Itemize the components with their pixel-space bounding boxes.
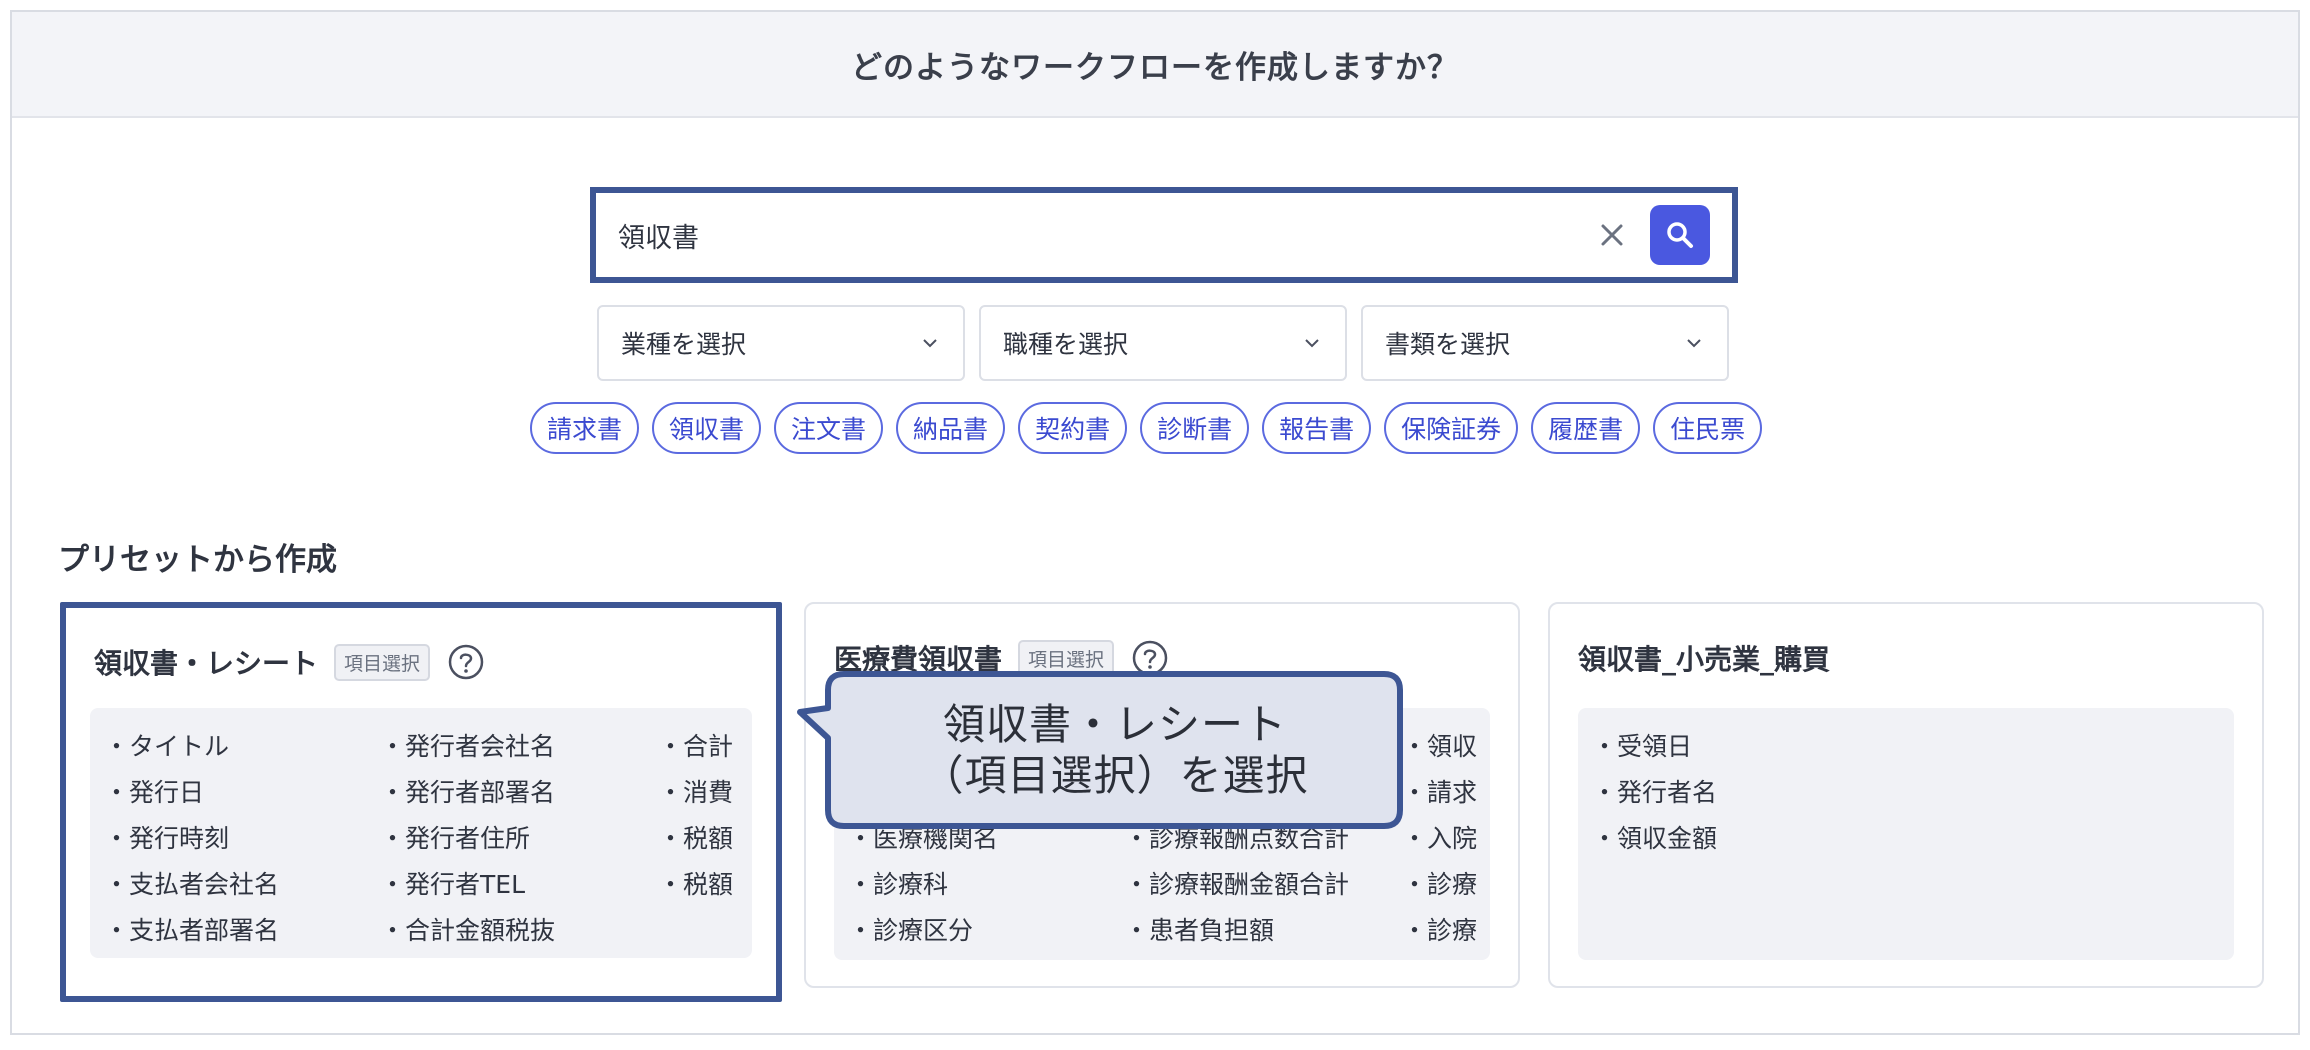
help-circle-icon[interactable] [446,642,486,682]
chip-resume[interactable]: 履歴書 [1531,402,1641,454]
industry-select-label: 業種を選択 [621,330,747,359]
callout-text: 領収書・レシート （項目選択）を選択 [824,668,1406,832]
list-item: ・税額 [658,870,734,899]
list-item: ・診療 [1402,870,1478,899]
list-item: ・タイトル [104,732,230,761]
list-item: ・消費 [658,778,734,807]
list-item: ・合計 [658,732,734,761]
card-header: 領収書・レシート 項目選択 [94,642,486,682]
card-header: 領収書_小売業_購買 [1578,638,1830,678]
list-item: ・請求 [1402,778,1478,807]
chip-report[interactable]: 報告書 [1262,402,1372,454]
card-title: 領収書・レシート [94,647,319,680]
page-title: どのようなワークフローを作成しますか？ [851,49,1459,86]
list-item: ・領収 [1402,732,1478,761]
chip-purchase-order[interactable]: 注文書 [774,402,884,454]
list-item: ・診療報酬金額合計 [1124,870,1350,899]
search-icon [1667,222,1693,248]
chevron-down-icon [1683,332,1705,354]
dialog-header: どのようなワークフローを作成しますか？ [12,12,2298,118]
list-item: ・受領日 [1592,732,1693,761]
list-item: ・入院 [1402,824,1478,853]
list-item: ・支払者会社名 [104,870,280,899]
search-input[interactable] [596,193,1592,277]
preset-card-receipt[interactable]: 領収書・レシート 項目選択 ・タイトル ・発行日 ・発行時刻 ・支払者会社名 ・… [60,602,782,1002]
document-select-label: 書類を選択 [1385,330,1511,359]
list-item: ・支払者部署名 [104,916,280,945]
preset-card-retail-receipt[interactable]: 領収書_小売業_購買 ・受領日 ・発行者名 ・領収金額 [1548,602,2264,988]
search-button[interactable] [1650,205,1710,265]
chip-medical-certificate[interactable]: 診断書 [1140,402,1250,454]
close-icon[interactable] [1592,215,1632,255]
annotation-callout: 領収書・レシート （項目選択）を選択 [796,668,1406,832]
list-item: ・発行者TEL [380,870,525,899]
list-item: ・発行日 [104,778,205,807]
field-list: ・受領日 ・発行者名 ・領収金額 [1578,708,2234,960]
industry-select[interactable]: 業種を選択 [597,305,965,381]
workflow-dialog: どのようなワークフローを作成しますか？ 業種を選択 職種を選択 書類を選択 [10,10,2300,1035]
list-item: ・診療 [1402,916,1478,945]
list-item: ・発行時刻 [104,824,230,853]
chip-receipt[interactable]: 領収書 [652,402,762,454]
chip-insurance-policy[interactable]: 保険証券 [1384,402,1519,454]
list-item: ・領収金額 [1592,824,1718,853]
section-title: プリセットから作成 [58,542,337,578]
chip-contract[interactable]: 契約書 [1018,402,1128,454]
occupation-select[interactable]: 職種を選択 [979,305,1347,381]
chip-invoice[interactable]: 請求書 [530,402,640,454]
list-item: ・発行者部署名 [380,778,556,807]
chevron-down-icon [919,332,941,354]
card-title: 領収書_小売業_購買 [1578,643,1831,676]
list-item: ・診療科 [848,870,949,899]
callout-line-2: （項目選択）を選択 [921,751,1309,800]
list-item: ・発行者会社名 [380,732,556,761]
field-list: ・タイトル ・発行日 ・発行時刻 ・支払者会社名 ・支払者部署名 ・発行者会社名… [90,708,752,958]
chip-delivery-note[interactable]: 納品書 [896,402,1006,454]
callout-line-1: 領収書・レシート [942,699,1287,749]
item-select-tag: 項目選択 [334,643,431,681]
list-item: ・発行者名 [1592,778,1718,807]
list-item: ・診療区分 [848,916,974,945]
search-bar [590,187,1738,283]
chip-residence-certificate[interactable]: 住民票 [1653,402,1763,454]
list-item: ・患者負担額 [1124,916,1275,945]
list-item: ・税額 [658,824,734,853]
document-select[interactable]: 書類を選択 [1361,305,1729,381]
occupation-select-label: 職種を選択 [1003,330,1129,359]
document-chip-list: 請求書 領収書 注文書 納品書 契約書 診断書 報告書 保険証券 履歴書 住民票 [530,402,1763,456]
list-item: ・発行者住所 [380,824,531,853]
chevron-down-icon [1301,332,1323,354]
list-item: ・合計金額税抜 [380,916,556,945]
